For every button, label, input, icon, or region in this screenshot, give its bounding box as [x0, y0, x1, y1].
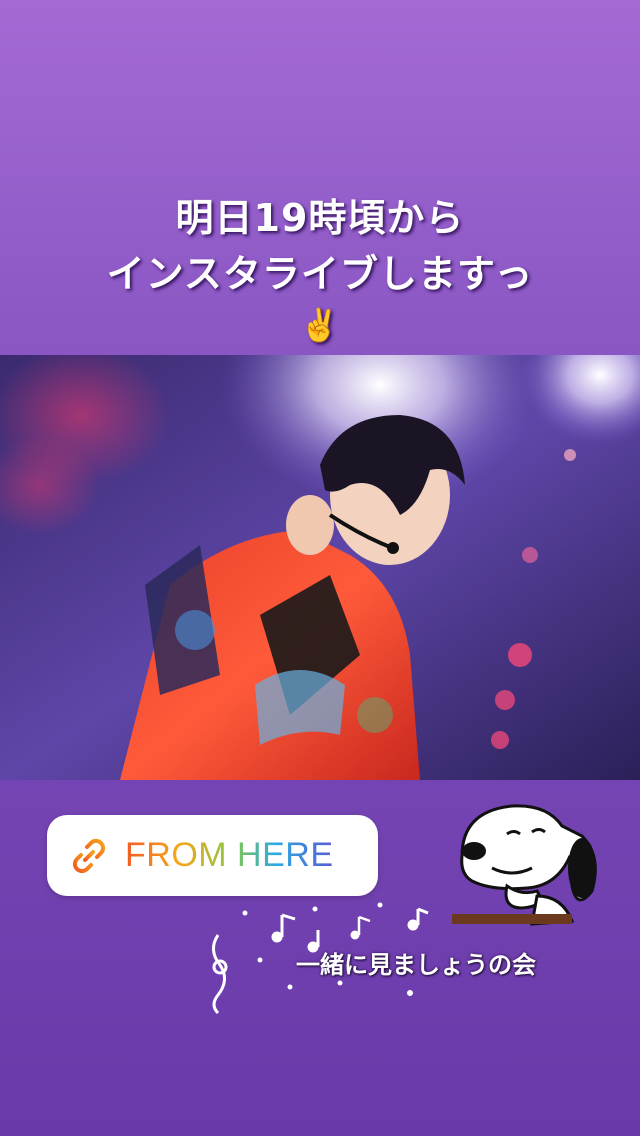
link-sticker-label: FROM HERE: [125, 836, 334, 874]
headline-line-1: 明日19時頃から: [175, 196, 465, 240]
victory-hand-emoji: ✌️: [299, 306, 341, 344]
headline-line-2: インスタライブしますっ: [106, 252, 534, 296]
snoopy-sticker: [452, 804, 597, 926]
story-caption: 一緒に見ましょうの会: [296, 951, 536, 979]
story-headline: 明日19時頃から インスタライブしますっ ✌️: [0, 190, 640, 348]
link-sticker-button[interactable]: FROM HERE: [47, 815, 378, 896]
link-icon: [72, 838, 106, 873]
concert-photo: [0, 355, 640, 780]
